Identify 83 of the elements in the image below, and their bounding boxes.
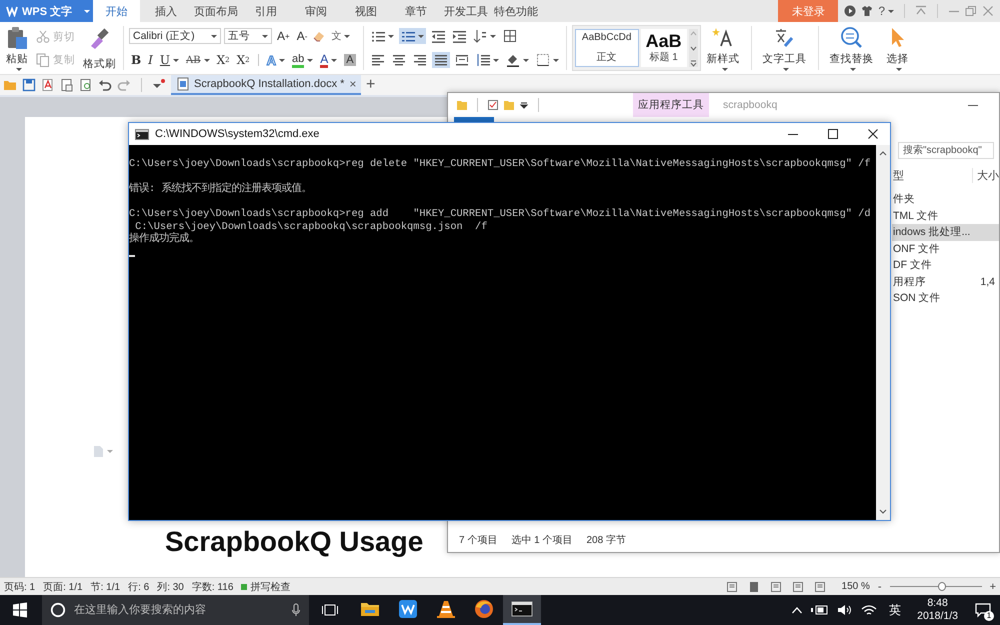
effect-button[interactable]: A [264, 52, 288, 68]
spell-check-button[interactable]: 拼写检查 [241, 580, 290, 594]
ribbon-tab[interactable]: 引用 [241, 0, 291, 22]
highlight-button[interactable]: ab [290, 52, 316, 68]
file-type: indows 批处理... [893, 225, 970, 240]
ribbon-tab[interactable]: 插入 [141, 0, 191, 22]
console-line: C:\Users\joey\Downloads\scrapbookq>reg delete "HKEY_CURRENT_USER\Software\Mozilla\NativeMessagingHosts\scrapbookqmsg" /f [129, 158, 872, 170]
format-painter-button[interactable]: 格式刷 [81, 22, 118, 74]
text-tools-button[interactable]: 文字工具 [756, 22, 813, 74]
console-line: C:\Users\joey\Downloads\scrapbookq\scrapbookqmsg.json /f [134, 220, 488, 232]
file-row[interactable]: indows 批处理... [892, 224, 999, 240]
zoom-level[interactable]: 150 % [842, 581, 870, 592]
new-tab-button[interactable]: + [366, 76, 376, 94]
status-text: 列: 30 [157, 580, 184, 594]
ribbon-tab[interactable]: 章节 [391, 0, 441, 22]
ribbon-tab[interactable]: 特色功能 [491, 0, 541, 22]
input-method-indicator[interactable]: 英 [889, 602, 902, 618]
ribbon-tab[interactable]: 开始 [93, 0, 140, 22]
context-tab[interactable]: 应用程序工具 [633, 93, 709, 117]
search-field[interactable]: 搜索"scrapbookq" [898, 142, 994, 159]
console-line: C:\Users\joey\Downloads\scrapbookq>reg add "HKEY_CURRENT_USER\Software\Mozilla\NativeMessagingHosts\scrapbookqmsg" /d [129, 208, 872, 220]
status-text: 页面: 1/1 [43, 580, 83, 594]
zoom-in-button[interactable]: + [990, 580, 996, 592]
format-button[interactable]: B [129, 53, 144, 68]
status-text: 页码: 1 [4, 580, 36, 594]
shading-button[interactable]: A [342, 54, 358, 66]
phonetic-button[interactable]: 文 [329, 29, 352, 44]
file-row[interactable]: TML 文件 [892, 208, 999, 224]
status-text: 字数: 116 [192, 580, 234, 594]
paste-button[interactable]: 粘贴 [4, 22, 30, 74]
status-text: 节: 1/1 [90, 580, 120, 594]
style-tile[interactable]: AaB 标题 1 [640, 29, 687, 67]
font-name-field[interactable]: Calibri (正文) [129, 28, 221, 44]
app-logo[interactable]: WPS 文字 [0, 0, 78, 22]
clock-date[interactable]: 2018/1/3 [917, 610, 958, 623]
file-row[interactable]: DF 文件 [892, 257, 999, 274]
help-button[interactable]: ? [878, 4, 894, 18]
ribbon-tab[interactable]: 页面布局 [191, 0, 241, 22]
color-button[interactable]: A [318, 52, 340, 68]
format-button[interactable]: X$^{2}$ [214, 53, 232, 68]
column-header[interactable]: 型 [893, 168, 973, 182]
file-row[interactable]: ONF 文件 [892, 240, 999, 257]
document-tab[interactable]: ScrapbookQ Installation.docx * × [171, 75, 361, 95]
find-replace-button[interactable]: 查找替换 [824, 22, 880, 74]
file-type: DF 文件 [893, 258, 932, 272]
style-tile[interactable]: AaBbCcDd 正文 [574, 29, 639, 67]
notification-count: 1 [984, 611, 994, 621]
ribbon-tab[interactable]: 审阅 [291, 0, 341, 22]
font-size-field[interactable]: 五号 [224, 28, 272, 44]
file-type: SON 文件 [893, 291, 941, 306]
search-box[interactable]: 在这里输入你要搜索的内容 [42, 595, 309, 625]
file-row[interactable]: 件夹 [892, 191, 999, 208]
format-button[interactable]: U [158, 53, 182, 68]
file-type: ONF 文件 [893, 242, 940, 256]
console-line: 操作成功完成。 [129, 233, 200, 246]
format-button[interactable]: I [146, 53, 155, 68]
ribbon-tab[interactable]: 视图 [341, 0, 391, 22]
file-row[interactable]: 用程序 1,4 [892, 274, 999, 290]
console-line: 错误: 系统找不到指定的注册表项或值。 [129, 183, 312, 196]
select-button[interactable]: 选择 [880, 22, 916, 74]
window-title: C:\WINDOWS\system32\cmd.exe [155, 128, 320, 140]
close-tab-button[interactable]: × [349, 77, 356, 91]
file-type: 件夹 [893, 192, 915, 206]
file-size: 1,4 [980, 276, 995, 288]
document-heading: ScrapbookQ Usage [165, 526, 424, 558]
file-type: TML 文件 [893, 208, 939, 223]
status-text: 208 字节 [586, 534, 626, 547]
new-style-button[interactable]: 新样式 [700, 22, 746, 74]
app-name: WPS 文字 [22, 4, 72, 18]
grow-font-button[interactable]: A$^{+}$ [275, 29, 292, 44]
status-text: 行: 6 [128, 580, 150, 594]
clock-time[interactable]: 8:48 [927, 597, 948, 610]
shrink-font-button[interactable]: A$^{-}$ [294, 29, 310, 44]
window-title: scrapbookq [723, 99, 778, 111]
status-text: 选中 1 个项目 [511, 534, 572, 547]
file-row[interactable]: SON 文件 [892, 290, 999, 306]
search-field[interactable]: 在这里输入你要搜索的内容 [74, 604, 283, 616]
column-header[interactable]: 大小 [973, 168, 999, 182]
ribbon-tab[interactable]: 开发工具 [441, 0, 491, 22]
format-button[interactable]: AB [184, 54, 212, 66]
status-text: 7 个项目 [459, 534, 498, 547]
zoom-out-button[interactable]: - [878, 580, 882, 592]
file-type: 用程序 [893, 274, 926, 289]
